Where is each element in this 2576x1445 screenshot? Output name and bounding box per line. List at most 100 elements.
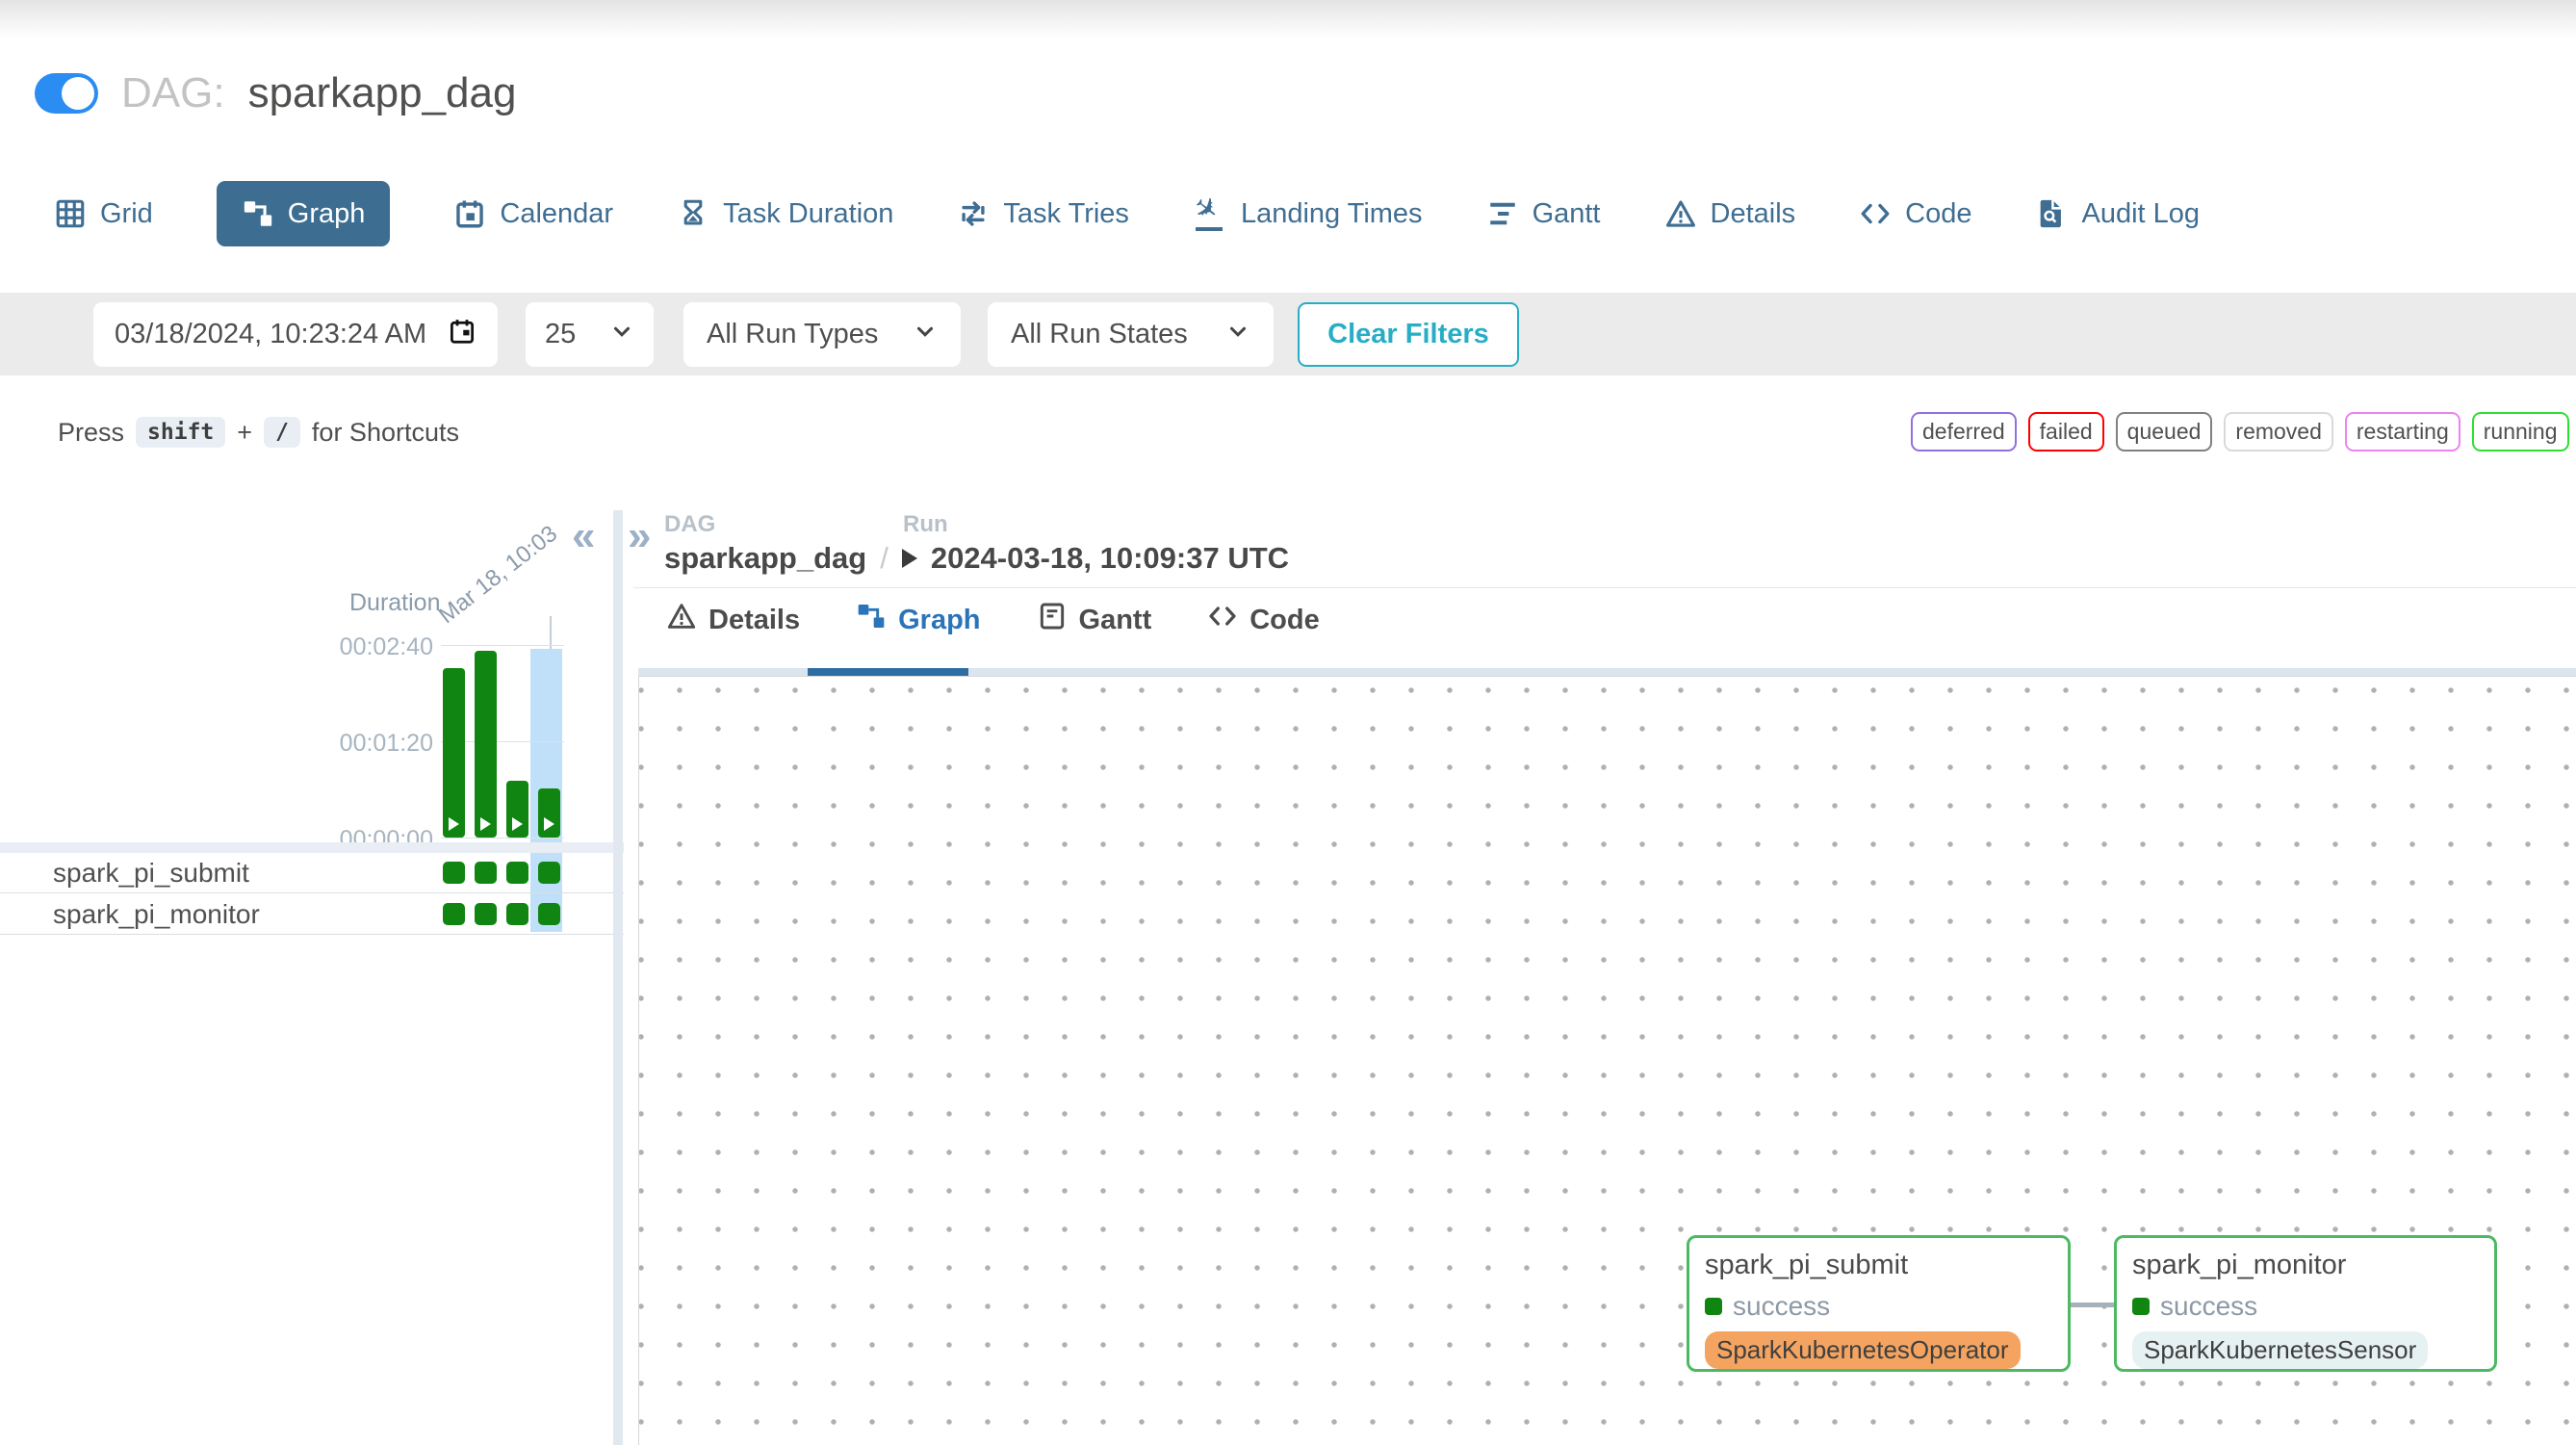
breadcrumb-run-label: Run [903,511,948,538]
node-title: spark_pi_submit [1705,1250,2052,1281]
success-square-icon [1705,1298,1722,1315]
task-name-spark-pi-monitor[interactable]: spark_pi_monitor [53,894,260,935]
play-icon [480,817,491,831]
tab-graph[interactable]: Graph [217,181,391,246]
task-instance-success[interactable] [538,903,560,925]
hourglass-icon [677,197,709,230]
tab-calendar[interactable]: Calendar [453,197,613,230]
dag-header: DAG: sparkapp_dag [35,65,516,121]
breadcrumb-run-value[interactable]: 2024-03-18, 10:09:37 UTC [931,541,1289,576]
run-types-select[interactable]: All Run Types [683,302,961,367]
shortcut-text: + [237,418,252,448]
tab-label: Task Tries [1003,198,1129,230]
run-states-value: All Run States [1011,319,1188,350]
tab-label: Calendar [500,198,613,230]
run-tab-details[interactable]: Details [666,601,800,639]
rows-separator-band [0,842,624,853]
task-instance-success[interactable] [538,862,560,884]
state-badge-deferred[interactable]: deferred [1911,412,2017,452]
tab-label: Details [708,605,800,636]
page-size-value: 25 [545,319,576,350]
state-badge-failed[interactable]: failed [2028,412,2104,452]
operator-badge: SparkKubernetesOperator [1705,1331,2021,1369]
node-state-text: success [1733,1291,1830,1322]
date-filter-input[interactable]: 03/18/2024, 10:23:24 AM [93,302,498,367]
run-date-label: Mar 18, 10:03 [434,521,563,630]
tab-audit-log[interactable]: Audit Log [2035,197,2200,230]
tab-grid[interactable]: Grid [54,197,153,230]
y-tick: 00:01:20 [318,730,433,758]
gridline [441,838,564,839]
panel-divider[interactable] [613,510,623,1445]
run-date-tick [550,616,552,649]
task-edge [2071,1303,2114,1307]
graph-icon [242,197,274,230]
task-row: spark_pi_submit [0,853,624,893]
calendar-picker-icon[interactable] [448,317,477,353]
state-badge-restarting[interactable]: restarting [2345,412,2460,452]
tab-code[interactable]: Code [1859,197,1971,230]
tab-gantt[interactable]: Gantt [1486,197,1601,230]
task-name-spark-pi-submit[interactable]: spark_pi_submit [53,853,249,893]
page-size-select[interactable]: 25 [526,302,654,367]
task-node-spark-pi-monitor[interactable]: spark_pi_monitor success SparkKubernetes… [2114,1235,2497,1372]
tab-label: Gantt [1079,605,1152,636]
expand-panel-button[interactable]: » [628,512,651,560]
breadcrumb: sparkapp_dag / 2024-03-18, 10:09:37 UTC [664,541,1289,576]
grid-panel: « Duration Mar 18, 10:03 00:02:40 00:01:… [0,510,624,1445]
task-instance-success[interactable] [443,862,465,884]
dag-title: sparkapp_dag [248,69,517,117]
task-instance-success[interactable] [475,862,497,884]
tab-label: Graph [288,198,366,230]
collapse-panel-button[interactable]: « [572,512,595,560]
warning-triangle-icon [666,601,697,639]
dag-pause-toggle[interactable] [35,73,98,114]
tab-label: Graph [898,605,980,636]
task-node-spark-pi-submit[interactable]: spark_pi_submit success SparkKubernetesO… [1687,1235,2071,1372]
run-tab-gantt[interactable]: Gantt [1037,601,1152,639]
tab-details[interactable]: Details [1664,197,1796,230]
duration-axis-title: Duration [349,589,441,617]
state-badge-removed[interactable]: removed [2224,412,2332,452]
tab-label: Audit Log [2081,198,2200,230]
breadcrumb-dag-value[interactable]: sparkapp_dag [664,541,866,576]
tab-task-duration[interactable]: Task Duration [677,197,893,230]
tab-label: Code [1905,198,1971,230]
node-title: spark_pi_monitor [2132,1250,2479,1281]
graph-canvas[interactable]: spark_pi_submit success SparkKubernetesO… [638,676,2576,1445]
warning-triangle-icon [1664,197,1697,230]
document-icon [1037,601,1068,639]
y-tick: 00:02:40 [318,633,433,661]
tab-label: Details [1711,198,1796,230]
run-duration-bar[interactable] [538,788,560,838]
audit-log-icon [2035,197,2068,230]
gridline [441,645,564,646]
task-instance-success[interactable] [506,862,528,884]
task-instance-success[interactable] [443,903,465,925]
chevron-down-icon [1225,319,1250,351]
plane-landing-icon: ✈ [1193,196,1227,231]
task-instance-success[interactable] [475,903,497,925]
filter-bar: 03/18/2024, 10:23:24 AM 25 All Run Types… [0,293,2576,375]
state-badge-queued[interactable]: queued [2116,412,2213,452]
tab-label: Gantt [1533,198,1601,230]
run-duration-bar[interactable] [506,781,528,838]
tab-landing-times[interactable]: ✈ Landing Times [1193,196,1423,231]
task-instance-success[interactable] [506,903,528,925]
tab-label: Landing Times [1241,198,1423,230]
operator-badge: SparkKubernetesSensor [2132,1331,2428,1369]
tab-task-tries[interactable]: Task Tries [957,197,1129,230]
run-duration-bar[interactable] [475,651,497,838]
divider-line [633,587,2576,588]
clear-filters-button[interactable]: Clear Filters [1298,302,1519,367]
tab-label: Code [1249,605,1320,636]
repeat-icon [957,197,990,230]
run-tab-code[interactable]: Code [1207,601,1320,639]
state-badge-running[interactable]: running [2472,412,2569,452]
run-tab-graph[interactable]: Graph [856,601,980,639]
run-duration-bar[interactable] [443,668,465,838]
task-row: spark_pi_monitor [0,894,624,935]
run-types-value: All Run Types [707,319,878,350]
run-states-select[interactable]: All Run States [988,302,1274,367]
dag-nav-tabs: Grid Graph Calendar Task Duration Task T… [54,175,2200,252]
